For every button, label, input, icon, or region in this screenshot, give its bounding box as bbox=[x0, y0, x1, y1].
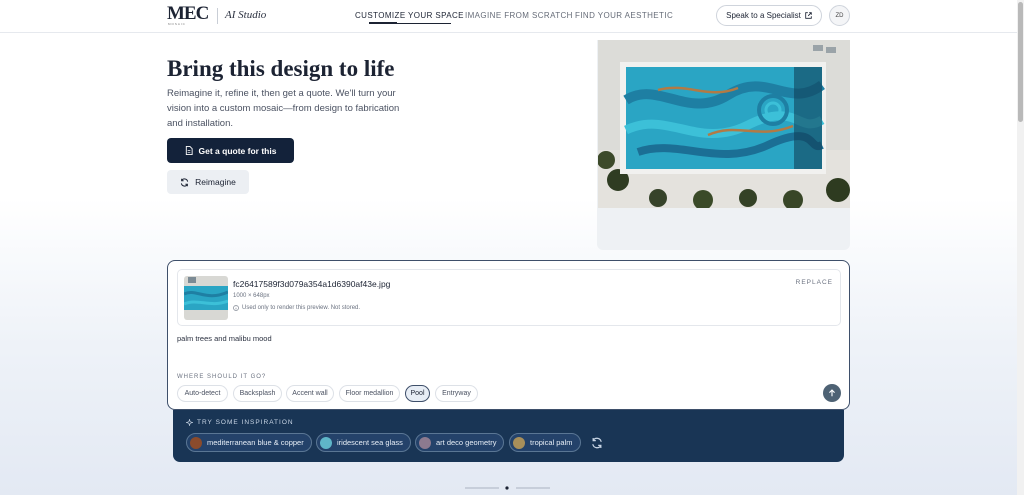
reimagine-label: Reimagine bbox=[195, 177, 236, 187]
inspiration-chip-label: mediterranean blue & copper bbox=[207, 438, 304, 447]
tropical-palm-swatch-icon bbox=[513, 436, 525, 449]
inspiration-label: TRY SOME INSPIRATION bbox=[186, 419, 294, 426]
brand-logo-subtitle: MOSAIC bbox=[168, 22, 186, 26]
location-chip-backsplash[interactable]: Backsplash bbox=[233, 385, 282, 402]
hero-description: Reimagine it, refine it, then get a quot… bbox=[167, 88, 400, 129]
design-preview-card bbox=[597, 40, 850, 250]
logo-divider bbox=[217, 8, 218, 24]
location-chip-auto-detect[interactable]: Auto-detect bbox=[177, 385, 228, 402]
file-privacy-note: Used only to render this preview. Not st… bbox=[233, 305, 360, 311]
design-composer: fc26417589f3d079a354a1d6390af43e.jpg 100… bbox=[167, 260, 850, 410]
carousel-indicator[interactable] bbox=[465, 486, 550, 490]
file-dimensions: 1000 × 648px bbox=[233, 293, 270, 299]
document-icon bbox=[185, 146, 193, 155]
inspiration-panel: TRY SOME INSPIRATION mediterranean blue … bbox=[173, 410, 844, 462]
sea-glass-swatch-icon bbox=[320, 436, 332, 449]
inspiration-chip-label: tropical palm bbox=[530, 438, 573, 447]
location-section-label: WHERE SHOULD IT GO? bbox=[177, 374, 267, 380]
pool-mosaic-preview-image bbox=[598, 40, 850, 208]
art-deco-swatch-icon bbox=[419, 436, 431, 449]
arrow-up-icon bbox=[829, 389, 835, 397]
mediterranean-swatch-icon bbox=[190, 436, 202, 449]
scrollbar-thumb[interactable] bbox=[1018, 2, 1023, 122]
nav-customize-your-space[interactable]: CUSTOMIZE YOUR SPACE bbox=[355, 11, 464, 20]
inspiration-chip-art-deco[interactable]: art deco geometry bbox=[415, 433, 505, 452]
refresh-inspiration-icon[interactable] bbox=[591, 437, 603, 449]
page-title: Bring this design to life bbox=[167, 56, 395, 81]
file-name: fc26417589f3d079a354a1d6390af43e.jpg bbox=[233, 279, 391, 289]
nav-find-your-aesthetic[interactable]: FIND YOUR AESTHETIC bbox=[575, 11, 673, 20]
top-header: MEC MOSAIC AI Studio CUSTOMIZE YOUR SPAC… bbox=[0, 0, 1024, 33]
file-note-text: Used only to render this preview. Not st… bbox=[242, 305, 361, 311]
prompt-input[interactable]: palm trees and malibu mood bbox=[177, 334, 272, 343]
nav-imagine-from-scratch[interactable]: IMAGINE FROM SCRATCH bbox=[465, 11, 573, 20]
inspiration-label-text: TRY SOME INSPIRATION bbox=[197, 419, 294, 426]
get-quote-button[interactable]: Get a quote for this bbox=[167, 138, 294, 163]
thumbnail-image bbox=[184, 276, 228, 320]
studio-label: AI Studio bbox=[225, 9, 267, 21]
location-chip-pool[interactable]: Pool bbox=[405, 385, 430, 402]
inspiration-chip-label: iridescent sea glass bbox=[337, 438, 403, 447]
user-avatar[interactable]: ZD bbox=[829, 5, 850, 26]
info-circle-icon bbox=[233, 305, 239, 311]
replace-file-button[interactable]: REPLACE bbox=[796, 279, 833, 286]
uploaded-file-card: fc26417589f3d079a354a1d6390af43e.jpg 100… bbox=[177, 269, 841, 326]
inspiration-chip-label: art deco geometry bbox=[436, 438, 497, 447]
get-quote-label: Get a quote for this bbox=[198, 145, 277, 156]
specialist-button-label: Speak to a Specialist bbox=[726, 11, 801, 20]
location-chip-accent-wall[interactable]: Accent wall bbox=[286, 385, 334, 402]
sparkle-icon bbox=[186, 419, 193, 426]
external-link-icon bbox=[805, 12, 812, 19]
location-chip-entryway[interactable]: Entryway bbox=[435, 385, 478, 402]
active-nav-marker bbox=[369, 22, 397, 24]
uploaded-image-thumbnail bbox=[184, 276, 228, 320]
inspiration-chip-mediterranean[interactable]: mediterranean blue & copper bbox=[186, 433, 312, 452]
reimagine-button[interactable]: Reimagine bbox=[167, 170, 249, 194]
refresh-icon bbox=[181, 178, 189, 186]
location-chip-floor-medallion[interactable]: Floor medallion bbox=[339, 385, 400, 402]
submit-button[interactable] bbox=[823, 384, 841, 402]
inspiration-chip-tropical-palm[interactable]: tropical palm bbox=[509, 433, 581, 452]
inspiration-chip-sea-glass[interactable]: iridescent sea glass bbox=[316, 433, 411, 452]
speak-to-specialist-button[interactable]: Speak to a Specialist bbox=[716, 5, 822, 26]
